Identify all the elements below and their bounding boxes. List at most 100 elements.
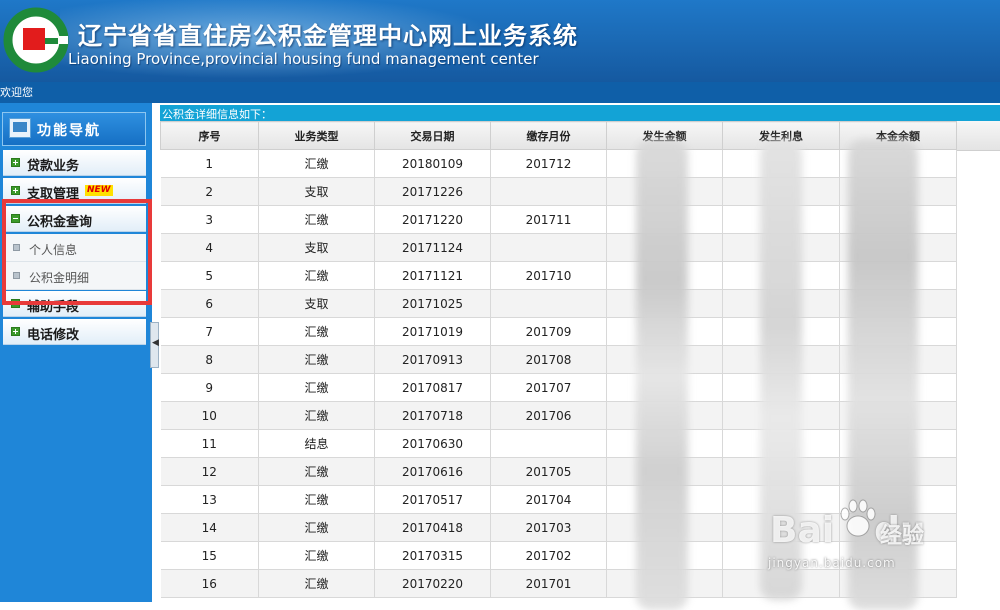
table-cell: 3 bbox=[160, 205, 259, 234]
table-cell: 12 bbox=[160, 457, 259, 486]
table-cell: 5 bbox=[160, 261, 259, 290]
watermark-url: jingyan.baidu.com bbox=[768, 556, 896, 570]
blur-mosaic bbox=[636, 140, 688, 610]
table-cell: 20171226 bbox=[374, 177, 491, 206]
table-row[interactable]: 8 汇缴 20170913 201708 bbox=[160, 345, 957, 374]
table-cell: 汇缴 bbox=[258, 373, 375, 402]
table-row[interactable]: 10 汇缴 20170718 201706 bbox=[160, 401, 957, 430]
column-header: 业务类型 bbox=[258, 121, 375, 150]
table-row[interactable]: 4 支取 20171124 bbox=[160, 233, 957, 262]
table-cell: 20171124 bbox=[374, 233, 491, 262]
table-cell: 201706 bbox=[490, 401, 607, 430]
table-cell: 20171121 bbox=[374, 261, 491, 290]
table-cell: 汇缴 bbox=[258, 513, 375, 542]
bullet-icon bbox=[13, 272, 20, 279]
welcome-text: 欢迎您 bbox=[0, 86, 33, 99]
table-cell: 14 bbox=[160, 513, 259, 542]
table-cell: 2 bbox=[160, 177, 259, 206]
housing-fund-logo bbox=[3, 7, 69, 73]
table-cell: 9 bbox=[160, 373, 259, 402]
sidebar-collapse-handle[interactable]: ◀ bbox=[150, 322, 159, 368]
table-cell: 20170817 bbox=[374, 373, 491, 402]
table-row[interactable]: 3 汇缴 20171220 201711 bbox=[160, 205, 957, 234]
grid-header-filler bbox=[956, 121, 1000, 151]
table-row[interactable]: 6 支取 20171025 bbox=[160, 289, 957, 318]
table-cell: 8 bbox=[160, 345, 259, 374]
table-cell: 支取 bbox=[258, 177, 375, 206]
table-cell: 汇缴 bbox=[258, 261, 375, 290]
table-cell: 201703 bbox=[490, 513, 607, 542]
table-cell: 201704 bbox=[490, 485, 607, 514]
table-cell: 汇缴 bbox=[258, 485, 375, 514]
table-cell: 13 bbox=[160, 485, 259, 514]
column-header: 缴存月份 bbox=[490, 121, 607, 150]
table-cell: 16 bbox=[160, 569, 259, 598]
table-row[interactable]: 9 汇缴 20170817 201707 bbox=[160, 373, 957, 402]
table-cell: 20170517 bbox=[374, 485, 491, 514]
column-header: 交易日期 bbox=[374, 121, 491, 150]
watermark-subtitle: 经验 bbox=[880, 524, 925, 549]
table-cell: 4 bbox=[160, 233, 259, 262]
table-cell bbox=[490, 289, 607, 318]
table-header-row: 序号 业务类型 交易日期 缴存月份 发生金额 发生利息 本金余额 bbox=[160, 121, 957, 150]
menu-item-loan[interactable]: 贷款业务 bbox=[3, 150, 146, 176]
table-cell: 汇缴 bbox=[258, 457, 375, 486]
table-cell: 支取 bbox=[258, 233, 375, 262]
plus-square-icon bbox=[11, 327, 20, 336]
bullet-icon bbox=[13, 244, 20, 251]
table-cell: 汇缴 bbox=[258, 317, 375, 346]
table-row[interactable]: 1 汇缴 20180109 201712 bbox=[160, 149, 957, 178]
table-cell: 20171019 bbox=[374, 317, 491, 346]
minus-square-icon bbox=[11, 214, 20, 223]
table-cell: 10 bbox=[160, 401, 259, 430]
table-cell: 201709 bbox=[490, 317, 607, 346]
nav-header: 功能导航 bbox=[2, 112, 146, 146]
table-row[interactable]: 16 汇缴 20170220 201701 bbox=[160, 569, 957, 598]
nav-header-label: 功能导航 bbox=[37, 123, 101, 139]
menu-item-label: 辅助手段 bbox=[27, 300, 80, 315]
minus-square-icon bbox=[11, 299, 20, 308]
menu-item-label: 公积金查询 bbox=[27, 215, 93, 230]
menu-item-label: 贷款业务 bbox=[27, 159, 80, 174]
table-cell: 201710 bbox=[490, 261, 607, 290]
table-row[interactable]: 5 汇缴 20171121 201710 bbox=[160, 261, 957, 290]
menu-item-withdrawal[interactable]: 支取管理 NEW bbox=[3, 178, 146, 204]
table-row[interactable]: 12 汇缴 20170616 201705 bbox=[160, 457, 957, 486]
submenu-item-label: 公积金明细 bbox=[29, 271, 90, 285]
welcome-bar bbox=[0, 82, 1000, 103]
table-cell: 201711 bbox=[490, 205, 607, 234]
table-cell: 201705 bbox=[490, 457, 607, 486]
table-cell: 20180109 bbox=[374, 149, 491, 178]
table-cell: 20170718 bbox=[374, 401, 491, 430]
column-header: 序号 bbox=[160, 121, 259, 150]
table-cell: 20170315 bbox=[374, 541, 491, 570]
main-title: 公积金详细信息如下： bbox=[162, 108, 272, 121]
table-cell: 201701 bbox=[490, 569, 607, 598]
table-cell: 6 bbox=[160, 289, 259, 318]
chevron-left-icon: ◀ bbox=[152, 338, 159, 348]
menu-item-label: 支取管理 bbox=[27, 187, 80, 202]
table-cell bbox=[490, 429, 607, 458]
table-cell: 汇缴 bbox=[258, 541, 375, 570]
menu-item-auxiliary[interactable]: 辅助手段 bbox=[3, 291, 146, 317]
plus-square-icon bbox=[11, 186, 20, 195]
menu-item-fund-query[interactable]: 公积金查询 bbox=[3, 206, 146, 232]
table-cell bbox=[490, 233, 607, 262]
submenu-item-fund-details[interactable]: 公积金明细 bbox=[3, 262, 146, 290]
table-cell: 20170220 bbox=[374, 569, 491, 598]
table-cell: 支取 bbox=[258, 289, 375, 318]
main-title-bar bbox=[160, 105, 1000, 121]
plus-square-icon bbox=[11, 158, 20, 167]
table-cell: 7 bbox=[160, 317, 259, 346]
table-cell: 20170913 bbox=[374, 345, 491, 374]
watermark-brand-part1: Bai bbox=[770, 510, 835, 551]
menu-item-phone-change[interactable]: 电话修改 bbox=[3, 319, 146, 345]
submenu-item-label: 个人信息 bbox=[29, 243, 78, 257]
table-row[interactable]: 2 支取 20171226 bbox=[160, 177, 957, 206]
submenu-item-personal-info[interactable]: 个人信息 bbox=[3, 234, 146, 262]
table-cell: 15 bbox=[160, 541, 259, 570]
table-row[interactable]: 7 汇缴 20171019 201709 bbox=[160, 317, 957, 346]
menu-item-label: 电话修改 bbox=[27, 328, 80, 343]
table-row[interactable]: 11 结息 20170630 bbox=[160, 429, 957, 458]
table-cell: 汇缴 bbox=[258, 345, 375, 374]
